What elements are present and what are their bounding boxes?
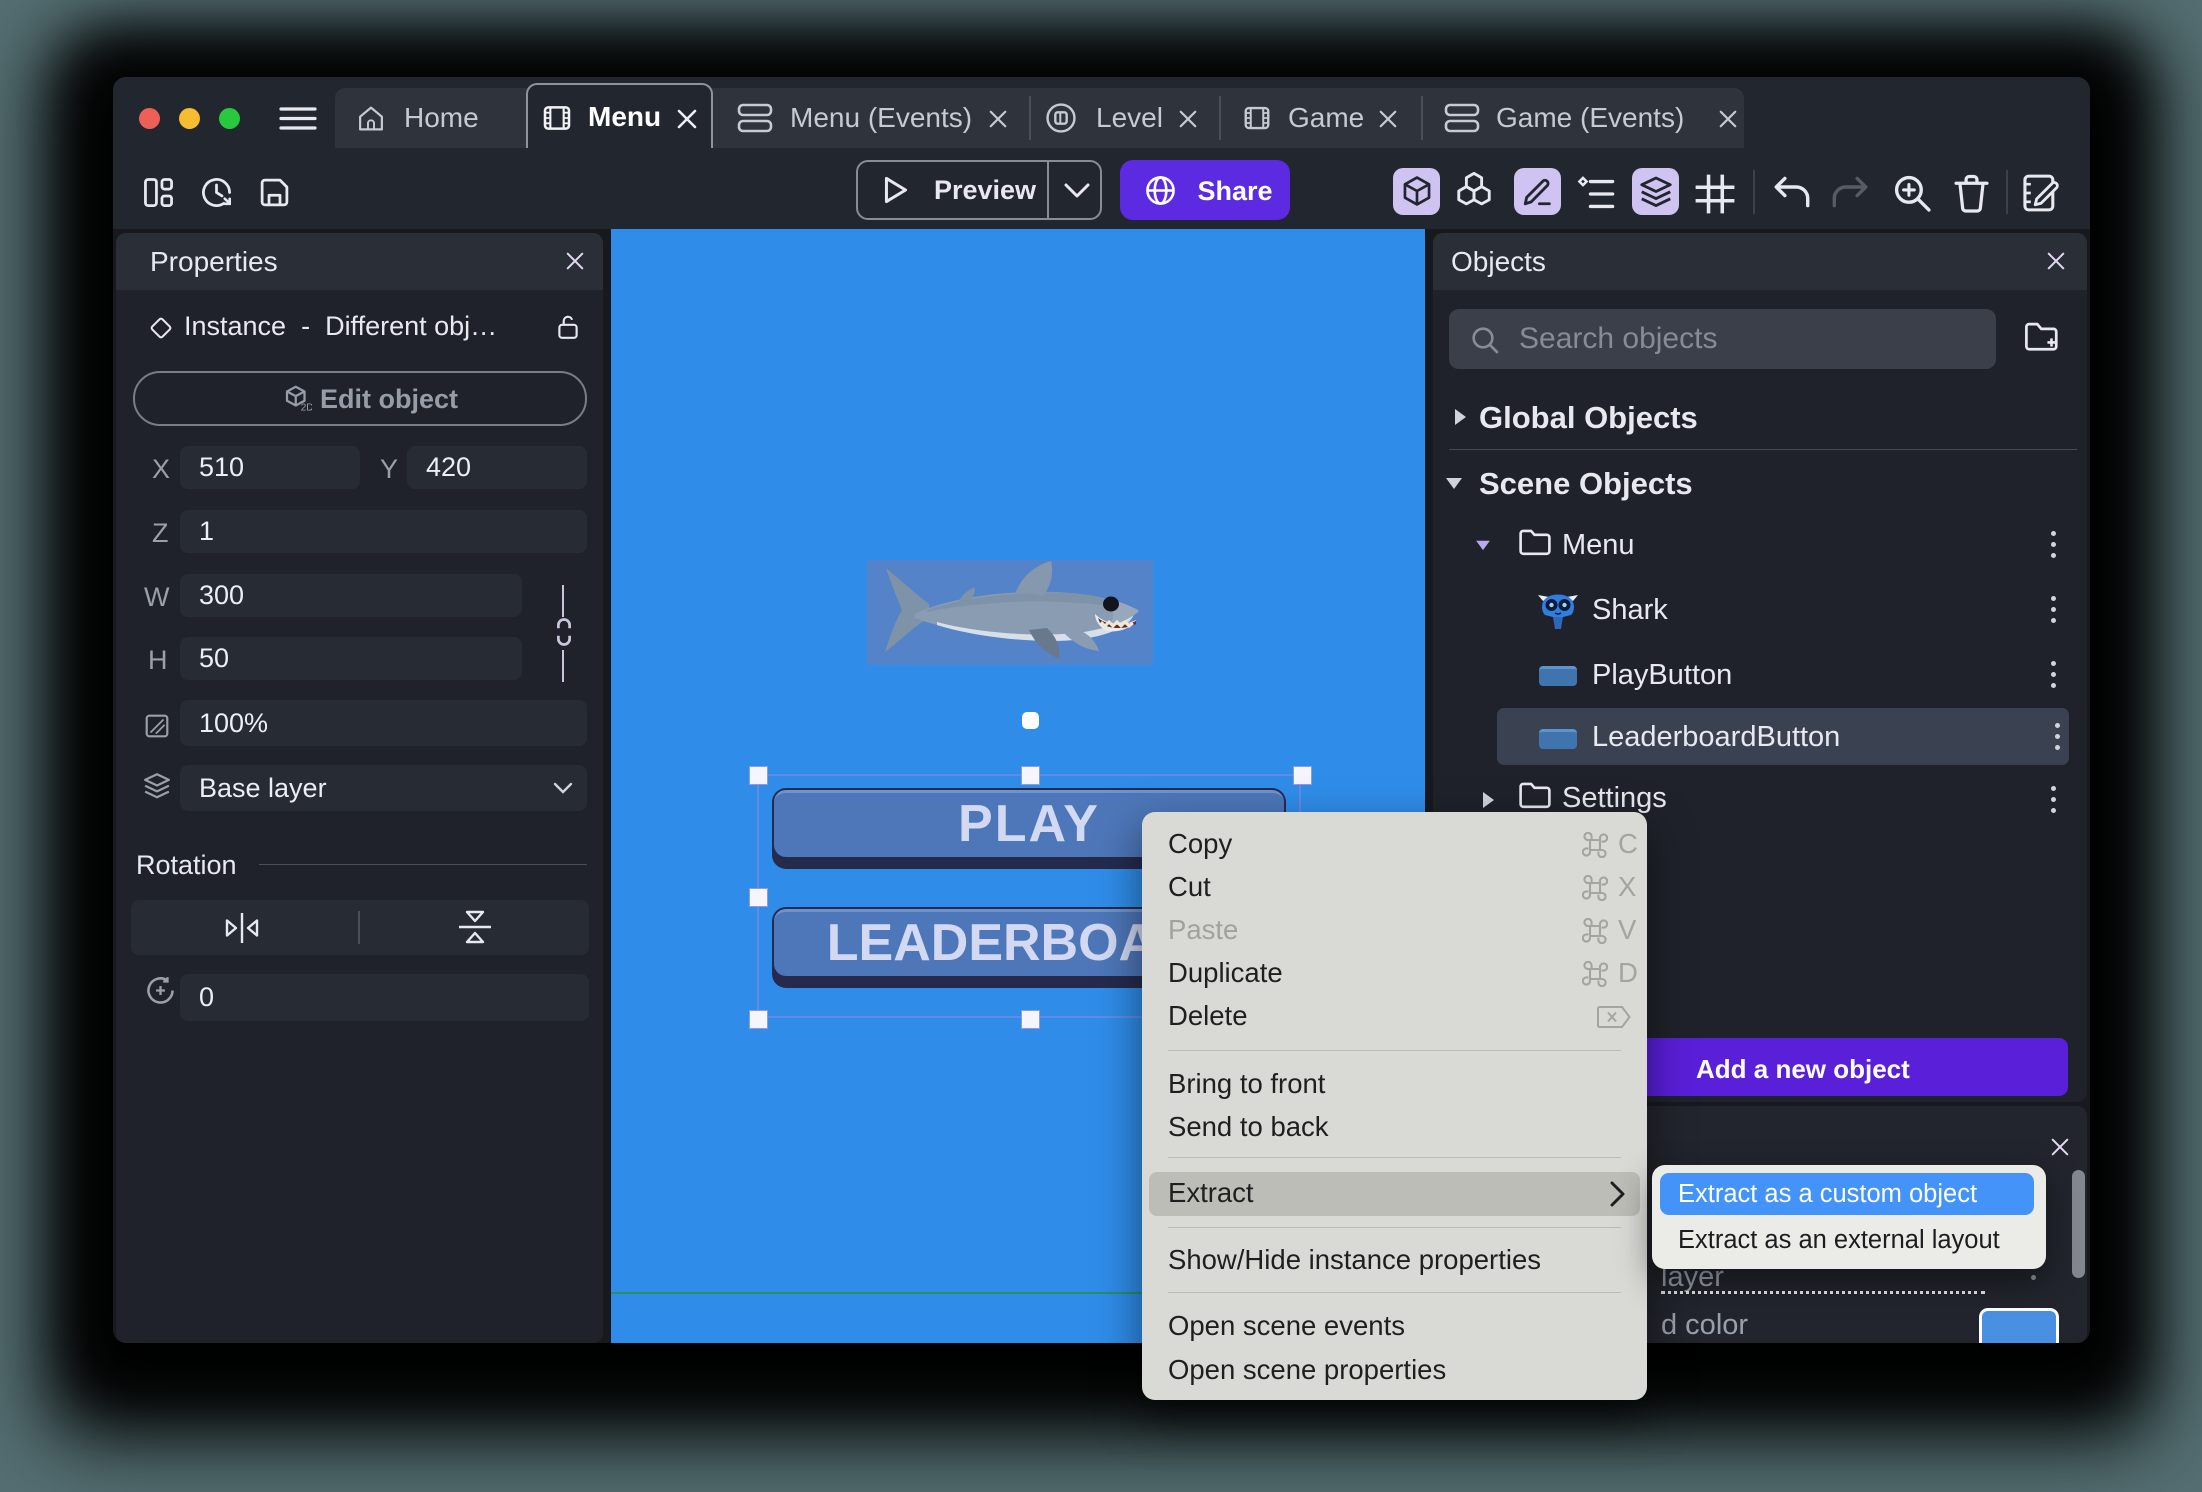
svg-text:2D: 2D xyxy=(301,403,312,414)
